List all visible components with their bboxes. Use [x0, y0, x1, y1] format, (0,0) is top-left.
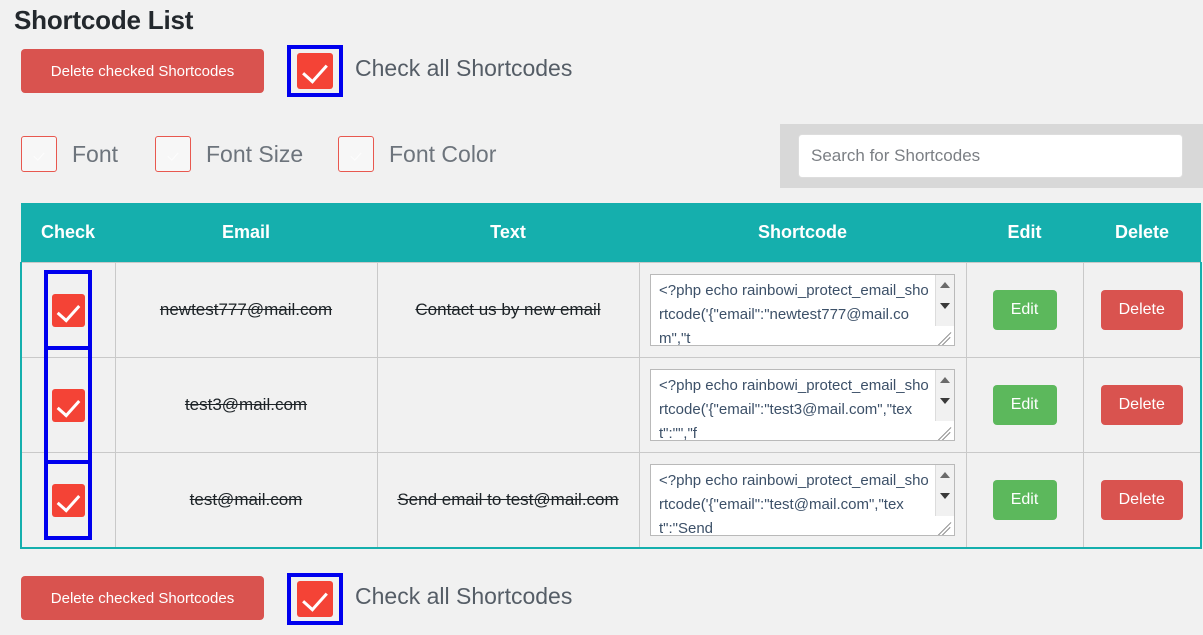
- checkmark-icon: [297, 581, 333, 617]
- edit-button[interactable]: Edit: [992, 385, 1057, 425]
- check-all-shortcodes-bottom: Check all Shortcodes: [287, 573, 572, 625]
- row-delete-cell: Delete: [1082, 452, 1202, 549]
- delete-button[interactable]: Delete: [1100, 385, 1183, 425]
- row-checkbox[interactable]: [51, 388, 85, 422]
- shortcode-textarea[interactable]: <?php echo rainbowi_protect_email_shortc…: [650, 464, 955, 536]
- row-email: test3@mail.com: [114, 357, 378, 453]
- row-edit-cell: Edit: [965, 357, 1084, 453]
- scroll-down-arrow-icon[interactable]: [940, 303, 950, 309]
- row-edit-cell: Edit: [965, 452, 1084, 549]
- table-body: newtest777@mail.com Contact us by new em…: [20, 262, 1202, 549]
- delete-button[interactable]: Delete: [1100, 290, 1183, 330]
- shortcode-textarea-wrapper: <?php echo rainbowi_protect_email_shortc…: [650, 274, 955, 346]
- check-all-label-top: Check all Shortcodes: [355, 55, 573, 81]
- filter-font-size-checkbox[interactable]: [155, 136, 191, 172]
- filter-font-size-label: Font Size: [206, 140, 304, 167]
- row-checkbox-wrapper: [22, 263, 115, 357]
- column-header-shortcode: Shortcode: [639, 203, 966, 263]
- row-checkbox-wrapper: [22, 346, 115, 464]
- delete-button[interactable]: Delete: [1100, 480, 1183, 520]
- shortcode-text: <?php echo rainbowi_protect_email_shortc…: [659, 472, 929, 536]
- resize-grip-icon[interactable]: [935, 516, 954, 535]
- row-checkbox[interactable]: [51, 483, 85, 517]
- shortcode-textarea[interactable]: <?php echo rainbowi_protect_email_shortc…: [650, 369, 955, 441]
- row-checkbox-wrapper: [22, 453, 115, 547]
- search-input[interactable]: [798, 134, 1183, 178]
- filter-font-checkbox[interactable]: [21, 136, 57, 172]
- filter-font-color-checkbox[interactable]: [338, 136, 374, 172]
- search-panel: [780, 124, 1203, 188]
- shortcode-textarea-wrapper: <?php echo rainbowi_protect_email_shortc…: [650, 464, 955, 536]
- column-header-delete: Delete: [1083, 203, 1201, 263]
- delete-checked-shortcodes-button-top[interactable]: Delete checked Shortcodes: [21, 49, 264, 93]
- column-header-check: Check: [21, 203, 115, 263]
- row-shortcode-cell: <?php echo rainbowi_protect_email_shortc…: [638, 357, 967, 453]
- scroll-up-arrow-icon[interactable]: [940, 282, 950, 288]
- filter-font-size: Font Size: [155, 136, 303, 172]
- scroll-up-arrow-icon[interactable]: [940, 472, 950, 478]
- row-check-cell: [20, 346, 116, 464]
- row-text: [376, 357, 640, 453]
- row-text: Send email to test@mail.com: [376, 452, 640, 549]
- table-row: newtest777@mail.com Contact us by new em…: [20, 262, 1202, 358]
- shortcode-list-page: Shortcode List Delete checked Shortcodes…: [0, 0, 1203, 635]
- row-shortcode-cell: <?php echo rainbowi_protect_email_shortc…: [638, 452, 967, 549]
- table-header-row: Check Email Text Shortcode Edit Delete: [21, 203, 1201, 263]
- row-text: Contact us by new email: [376, 262, 640, 358]
- scroll-up-arrow-icon[interactable]: [940, 377, 950, 383]
- shortcode-textarea[interactable]: <?php echo rainbowi_protect_email_shortc…: [650, 274, 955, 346]
- filter-font-color-label: Font Color: [389, 140, 497, 167]
- edit-button[interactable]: Edit: [992, 480, 1057, 520]
- row-email: test@mail.com: [114, 452, 378, 549]
- check-all-checkbox-bottom[interactable]: [287, 573, 343, 625]
- delete-checked-shortcodes-button-bottom[interactable]: Delete checked Shortcodes: [21, 576, 264, 620]
- checkmark-icon: [297, 53, 333, 89]
- scroll-down-arrow-icon[interactable]: [940, 493, 950, 499]
- row-delete-cell: Delete: [1082, 357, 1202, 453]
- row-check-cell: [20, 452, 116, 549]
- resize-grip-icon[interactable]: [935, 421, 954, 440]
- page-title: Shortcode List: [14, 5, 194, 35]
- shortcode-text: <?php echo rainbowi_protect_email_shortc…: [659, 377, 929, 441]
- shortcode-textarea-wrapper: <?php echo rainbowi_protect_email_shortc…: [650, 369, 955, 441]
- table-row: test@mail.com Send email to test@mail.co…: [20, 452, 1202, 549]
- scroll-down-arrow-icon[interactable]: [940, 398, 950, 404]
- filter-font-color: Font Color: [338, 136, 496, 172]
- row-email: newtest777@mail.com: [114, 262, 378, 358]
- row-delete-cell: Delete: [1082, 262, 1202, 358]
- shortcode-text: <?php echo rainbowi_protect_email_shortc…: [659, 282, 929, 346]
- table-row: test3@mail.com <?php echo rainbowi_prote…: [20, 346, 1202, 464]
- edit-button[interactable]: Edit: [992, 290, 1057, 330]
- check-all-checkbox-top[interactable]: [287, 45, 343, 97]
- filter-font: Font: [21, 136, 118, 172]
- resize-grip-icon[interactable]: [935, 326, 954, 345]
- column-header-edit: Edit: [966, 203, 1083, 263]
- table-header: Check Email Text Shortcode Edit Delete: [21, 203, 1201, 263]
- check-all-shortcodes-top: Check all Shortcodes: [287, 45, 572, 97]
- row-edit-cell: Edit: [965, 262, 1084, 358]
- shortcode-table: Check Email Text Shortcode Edit Delete n…: [20, 203, 1202, 549]
- row-check-cell: [20, 262, 116, 358]
- filter-font-label: Font: [72, 140, 119, 167]
- row-checkbox[interactable]: [51, 293, 85, 327]
- row-shortcode-cell: <?php echo rainbowi_protect_email_shortc…: [638, 262, 967, 358]
- check-all-label-bottom: Check all Shortcodes: [355, 583, 573, 609]
- column-header-email: Email: [115, 203, 377, 263]
- column-header-text: Text: [377, 203, 639, 263]
